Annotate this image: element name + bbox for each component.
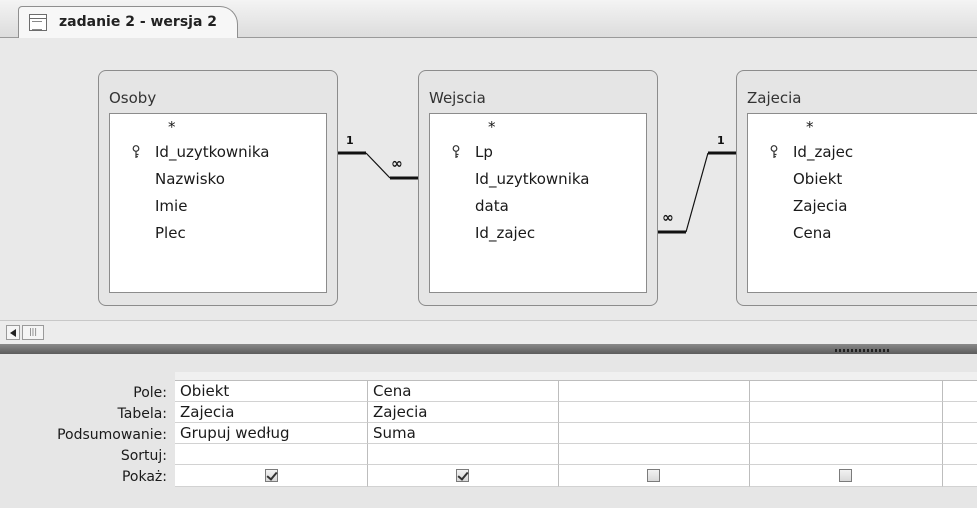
show-checkbox[interactable] <box>839 469 852 482</box>
row-label-pokaz: Pokaż: <box>121 469 167 485</box>
cell-tabela[interactable] <box>559 402 750 423</box>
relationship-one-label: 1 <box>346 134 354 147</box>
cell-sortuj[interactable] <box>368 444 559 465</box>
row-label-tabela: Tabela: <box>117 406 168 422</box>
cell-podsumowanie[interactable]: Suma <box>368 423 559 444</box>
cell-pole[interactable] <box>750 381 943 402</box>
canvas-horizontal-scrollbar[interactable]: ||| <box>0 320 977 345</box>
cell-pokaz <box>175 465 368 487</box>
column-selector-bar[interactable] <box>175 372 977 381</box>
relationship-many-label: ∞ <box>662 210 674 226</box>
query-design-tab[interactable]: zadanie 2 - wersja 2 <box>18 6 238 38</box>
relationship-many-label: ∞ <box>391 156 403 172</box>
cell-pole[interactable]: Obiekt <box>175 381 368 402</box>
relationship-lines <box>338 151 736 234</box>
cell-pokaz <box>368 465 559 487</box>
cell-sortuj[interactable] <box>175 444 368 465</box>
row-label-pole: Pole: <box>133 385 167 401</box>
join-line-osoby-wejscia <box>338 151 418 180</box>
cell-tabela[interactable] <box>943 402 977 423</box>
cell-tabela[interactable] <box>750 402 943 423</box>
cell-sortuj[interactable] <box>559 444 750 465</box>
tab-title: zadanie 2 - wersja 2 <box>59 14 218 30</box>
cell-pokaz <box>750 465 943 487</box>
show-checkbox[interactable] <box>456 469 469 482</box>
scroll-thumb[interactable]: ||| <box>22 325 44 340</box>
cell-pole[interactable]: Cena <box>368 381 559 402</box>
query-design-canvas: Osoby * Id_uzytkownika Nazwisko Imie Ple… <box>0 38 977 320</box>
row-label-sortuj: Sortuj: <box>120 448 167 464</box>
cell-pokaz <box>943 465 977 487</box>
row-label-podsumowanie: Podsumowanie: <box>57 427 167 443</box>
cell-pole[interactable] <box>943 381 977 402</box>
cell-sortuj[interactable] <box>943 444 977 465</box>
cell-pokaz <box>559 465 750 487</box>
scroll-left-arrow-icon[interactable] <box>6 325 20 340</box>
cell-tabela[interactable]: Zajecia <box>368 402 559 423</box>
cell-podsumowanie[interactable] <box>559 423 750 444</box>
show-checkbox[interactable] <box>265 469 278 482</box>
cell-podsumowanie[interactable] <box>943 423 977 444</box>
cell-tabela[interactable]: Zajecia <box>175 402 368 423</box>
splitter-grip-icon[interactable] <box>835 349 891 352</box>
cell-podsumowanie[interactable]: Grupuj według <box>175 423 368 444</box>
relationship-one-label: 1 <box>717 134 725 147</box>
query-design-grid: Pole: Tabela: Podsumowanie: Sortuj: Poka… <box>0 354 977 508</box>
query-icon <box>29 14 47 31</box>
cell-sortuj[interactable] <box>750 444 943 465</box>
pane-splitter[interactable] <box>0 344 977 354</box>
cell-podsumowanie[interactable] <box>750 423 943 444</box>
show-checkbox[interactable] <box>647 469 660 482</box>
cell-pole[interactable] <box>559 381 750 402</box>
